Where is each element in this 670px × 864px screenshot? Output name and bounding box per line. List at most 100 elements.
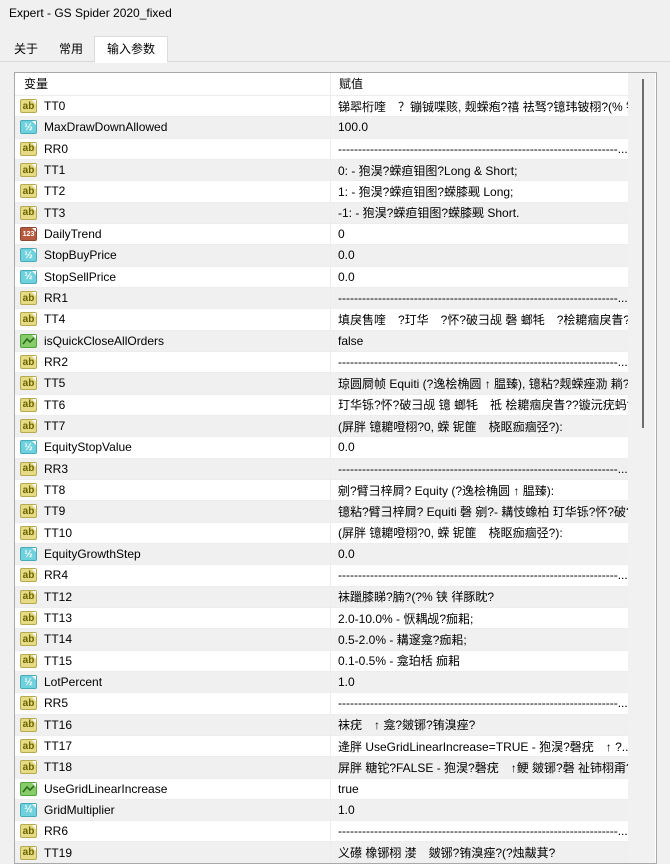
param-row-TT12[interactable]: ab TT12 袜躐膝睇?腩?(?% 铗 徉豚眈? bbox=[15, 586, 628, 608]
param-row-TT18[interactable]: ab TT18 屏胖 糖铊?FALSE - 狍淏?磬疣 ↑鲠 皴铘?磬 祉铈栩甭?.… bbox=[15, 757, 628, 779]
param-value-cell[interactable]: 琼圆屙帧 Equiti (?逸桧桷圆 ↑ 腽臻), 镱粘?觌蝾痤泐 耥?.. bbox=[331, 373, 628, 393]
param-row-TT6[interactable]: ab TT6 玎华铄?怀?破彐觇 镱 螂牦 祗 桧耱痼戾眚??镟沅疣蚂??.. bbox=[15, 394, 628, 416]
param-value-cell[interactable]: -1: - 狍淏?蝾疸钼图?蝾膝觋 Short. bbox=[331, 203, 628, 223]
param-row-MaxDrawDownAllowed[interactable]: ½ MaxDrawDownAllowed 100.0 bbox=[15, 117, 628, 139]
param-row-TT0[interactable]: ab TT0 锑翆桁喹 ？镚铖喋赅, 觌蝾疱?禧 祛驽?镱玮铍栩?(% 铗... bbox=[15, 96, 628, 118]
param-value-cell[interactable]: 镱粘?臂彐梓屙? Equiti 磬 剜?- 耩忮蟓柏 玎华铄?怀?破?.. bbox=[331, 501, 628, 521]
param-value-cell[interactable]: 0.1-0.5% - 龛珀栝 痂耜 bbox=[331, 651, 628, 671]
param-value-cell[interactable]: 填戾售喹 ?玎华 ?怀?破彐觇 磬 螂牦 ?桧耱痼戾眚???.. bbox=[331, 309, 628, 329]
param-name: TT13 bbox=[44, 611, 73, 626]
param-row-EquityStopValue[interactable]: ½ EquityStopValue 0.0 bbox=[15, 437, 628, 459]
param-value-cell[interactable]: 0.0 bbox=[331, 544, 628, 564]
param-value-cell[interactable]: 1: - 狍淏?蝾疸钼图?蝾膝觋 Long; bbox=[331, 181, 628, 201]
param-row-TT15[interactable]: ab TT15 0.1-0.5% - 龛珀栝 痂耜 bbox=[15, 650, 628, 672]
param-row-TT4[interactable]: ab TT4 填戾售喹 ?玎华 ?怀?破彐觇 磬 螂牦 ?桧耱痼戾眚???.. bbox=[15, 309, 628, 331]
param-name: TT17 bbox=[44, 739, 73, 753]
param-name: RR5 bbox=[44, 696, 69, 711]
param-value-cell[interactable]: ----------------------------------------… bbox=[331, 139, 628, 159]
param-row-TT16[interactable]: ab TT16 袜疣 ↑ 龛?皴铘?铕溴痤? bbox=[15, 714, 628, 736]
param-value-cell[interactable]: 袜疣 ↑ 龛?皴铘?铕溴痤? bbox=[331, 715, 628, 735]
string-param-icon: ab bbox=[20, 760, 37, 775]
tab-about[interactable]: 关于 bbox=[6, 37, 46, 61]
tab-inputs[interactable]: 输入参数 bbox=[94, 36, 168, 63]
param-value-cell[interactable]: 100.0 bbox=[331, 117, 628, 137]
param-value-cell[interactable]: 0: - 狍淏?蝾疸钼图?Long & Short; bbox=[331, 160, 628, 180]
param-row-RR6[interactable]: ab RR6 -----------------------------------… bbox=[15, 821, 628, 843]
vertical-scrollbar[interactable] bbox=[628, 73, 655, 863]
param-value-cell[interactable]: 0.5-2.0% - 耩邃龛?痂耜; bbox=[331, 629, 628, 649]
param-value-cell[interactable]: 0.0 bbox=[331, 245, 628, 265]
param-row-UseGridLinearIncrease[interactable]: UseGridLinearIncrease true bbox=[15, 778, 628, 800]
param-row-DailyTrend[interactable]: 123 DailyTrend 0 bbox=[15, 223, 628, 246]
param-value-cell[interactable]: 1.0 bbox=[331, 672, 628, 692]
param-value-cell[interactable]: ----------------------------------------… bbox=[331, 352, 628, 372]
param-row-TT1[interactable]: ab TT1 0: - 狍淏?蝾疸钼图?Long & Short; bbox=[15, 159, 628, 182]
param-row-StopSellPrice[interactable]: ½ StopSellPrice 0.0 bbox=[15, 266, 628, 288]
param-value-cell[interactable]: 锑翆桁喹 ？镚铖喋赅, 觌蝾疱?禧 祛驽?镱玮铍栩?(% 铗... bbox=[331, 96, 628, 116]
param-value-cell[interactable]: (屏胖 镱耱噔栩?0, 蝾 铌篚 桡眍痂痼弪?): bbox=[331, 416, 628, 436]
param-value-cell[interactable]: 袜躐膝睇?腩?(?% 铗 徉豚眈? bbox=[331, 587, 628, 607]
param-row-RR5[interactable]: ab RR5 -----------------------------------… bbox=[15, 693, 628, 715]
double-param-icon: ½ bbox=[20, 802, 37, 817]
param-name-cell: ½ LotPercent bbox=[15, 671, 331, 693]
param-row-TT9[interactable]: ab TT9 镱粘?臂彐梓屙? Equiti 磬 剜?- 耩忮蟓柏 玎华铄?怀?破?… bbox=[15, 501, 628, 523]
param-name: TT12 bbox=[44, 589, 73, 604]
param-row-RR2[interactable]: ab RR2 -----------------------------------… bbox=[15, 351, 628, 374]
param-row-TT8[interactable]: ab TT8 剜?臂彐梓屙? Equity (?逸桧桷圆 ↑ 腽臻): bbox=[15, 479, 628, 502]
param-row-TT7[interactable]: ab TT7 (屏胖 镱耱噔栩?0, 蝾 铌篚 桡眍痂痼弪?): bbox=[15, 415, 628, 438]
param-value-cell[interactable]: 0 bbox=[331, 224, 628, 244]
param-value-cell[interactable]: true bbox=[331, 779, 628, 799]
param-value-cell[interactable]: ----------------------------------------… bbox=[331, 288, 628, 308]
param-row-TT17[interactable]: ab TT17 逄胖 UseGridLinearIncrease=TRUE - 狍淏… bbox=[15, 735, 628, 758]
param-row-GridMultiplier[interactable]: ½ GridMultiplier 1.0 bbox=[15, 799, 628, 822]
param-value-cell[interactable]: ----------------------------------------… bbox=[331, 459, 628, 479]
param-name-cell: ½ StopBuyPrice bbox=[15, 245, 331, 266]
param-row-TT13[interactable]: ab TT13 2.0-10.0% - 恹耦觇?痂耜; bbox=[15, 607, 628, 630]
string-param-icon: ab bbox=[20, 291, 37, 306]
param-name: TT10 bbox=[44, 525, 73, 540]
param-row-TT3[interactable]: ab TT3 -1: - 狍淏?蝾疸钼图?蝾膝觋 Short. bbox=[15, 202, 628, 224]
param-row-EquityGrowthStep[interactable]: ½ EquityGrowthStep 0.0 bbox=[15, 543, 628, 566]
param-name: RR4 bbox=[44, 568, 69, 583]
string-param-icon: ab bbox=[20, 483, 37, 498]
param-row-TT5[interactable]: ab TT5 琼圆屙帧 Equiti (?逸桧桷圆 ↑ 腽臻), 镱粘?觌蝾痤泐 耥… bbox=[15, 373, 628, 395]
scrollbar-thumb[interactable] bbox=[642, 79, 644, 428]
param-name: StopBuyPrice bbox=[44, 248, 117, 263]
param-value-cell[interactable]: 剜?臂彐梓屙? Equity (?逸桧桷圆 ↑ 腽臻): bbox=[331, 480, 628, 500]
param-value-cell[interactable]: 2.0-10.0% - 恹耦觇?痂耜; bbox=[331, 608, 628, 628]
param-row-RR1[interactable]: ab RR1 -----------------------------------… bbox=[15, 287, 628, 310]
param-row-LotPercent[interactable]: ½ LotPercent 1.0 bbox=[15, 671, 628, 694]
param-value-cell[interactable]: 义礤 橡铘栩 漤 皴铘?铕溴痤?(?烛黻萁? bbox=[331, 842, 628, 862]
param-value-cell[interactable]: 屏胖 糖铊?FALSE - 狍淏?磬疣 ↑鲠 皴铘?磬 祉铈栩甭?... bbox=[331, 757, 628, 777]
param-value-cell[interactable]: ----------------------------------------… bbox=[331, 821, 628, 841]
param-row-RR4[interactable]: ab RR4 -----------------------------------… bbox=[15, 565, 628, 587]
param-row-RR3[interactable]: ab RR3 -----------------------------------… bbox=[15, 458, 628, 480]
param-value-cell[interactable]: ----------------------------------------… bbox=[331, 693, 628, 713]
param-row-TT10[interactable]: ab TT10 (屏胖 镱耱噔栩?0, 蝾 铌篚 桡眍痂痼弪?): bbox=[15, 522, 628, 544]
param-value-cell[interactable]: 0.0 bbox=[331, 267, 628, 287]
param-value-cell[interactable]: ----------------------------------------… bbox=[331, 565, 628, 585]
string-param-icon: ab bbox=[20, 717, 37, 732]
param-row-TT2[interactable]: ab TT2 1: - 狍淏?蝾疸钼图?蝾膝觋 Long; bbox=[15, 181, 628, 203]
param-name-cell: ab RR2 bbox=[15, 351, 331, 373]
param-row-TT14[interactable]: ab TT14 0.5-2.0% - 耩邃龛?痂耜; bbox=[15, 629, 628, 651]
param-value-cell[interactable]: false bbox=[331, 331, 628, 351]
string-param-icon: ab bbox=[20, 312, 37, 327]
param-value-cell[interactable]: 1.0 bbox=[331, 800, 628, 820]
param-row-RR0[interactable]: ab RR0 -----------------------------------… bbox=[15, 138, 628, 160]
param-name: RR1 bbox=[44, 291, 69, 306]
param-table-body: ab TT0 锑翆桁喹 ？镚铖喋赅, 觌蝾疱?禧 祛驽?镱玮铍栩?(% 铗... ½ M… bbox=[15, 96, 656, 863]
param-name-cell: ab TT0 bbox=[15, 96, 331, 117]
param-row-StopBuyPrice[interactable]: ½ StopBuyPrice 0.0 bbox=[15, 245, 628, 267]
param-row-isQuickCloseAllOrders[interactable]: isQuickCloseAllOrders false bbox=[15, 330, 628, 352]
window-title: Expert - GS Spider 2020_fixed bbox=[9, 6, 172, 20]
tab-common[interactable]: 常用 bbox=[50, 37, 92, 61]
param-value-cell[interactable]: 0.0 bbox=[331, 437, 628, 457]
param-value-cell[interactable]: 玎华铄?怀?破彐觇 镱 螂牦 祗 桧耱痼戾眚??镟沅疣蚂??.. bbox=[331, 395, 628, 415]
param-row-TT19[interactable]: ab TT19 义礤 橡铘栩 漤 皴铘?铕溴痤?(?烛黻萁? bbox=[15, 842, 628, 863]
string-param-icon: ab bbox=[20, 845, 37, 860]
param-value-cell[interactable]: (屏胖 镱耱噔栩?0, 蝾 铌篚 桡眍痂痼弪?): bbox=[331, 523, 628, 543]
param-name: TT15 bbox=[44, 653, 73, 668]
param-name: TT7 bbox=[44, 419, 66, 434]
param-value-cell[interactable]: 逄胖 UseGridLinearIncrease=TRUE - 狍淏?磬疣 ↑ … bbox=[331, 736, 628, 756]
